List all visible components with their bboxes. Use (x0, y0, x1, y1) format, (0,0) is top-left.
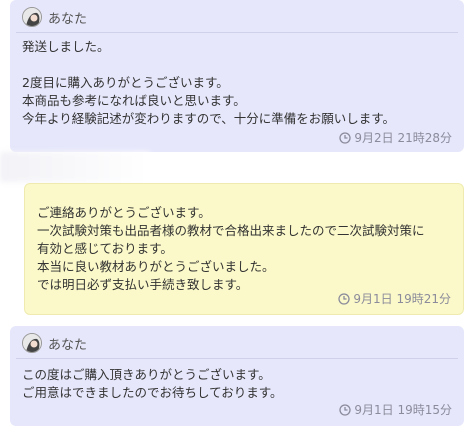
clock-icon (338, 292, 351, 305)
clock-icon (339, 403, 352, 416)
timestamp-text: 9月1日 19時15分 (354, 403, 452, 417)
clock-icon (339, 131, 352, 144)
message-header: あなた (22, 333, 87, 353)
avatar[interactable] (22, 7, 42, 27)
message-text: 発送しました。 2度目に購入ありがとうございます。 本商品も参考になれば良いと思… (22, 39, 396, 126)
message-timestamp: 9月1日 19時21分 (338, 290, 451, 307)
timestamp-text: 9月1日 19時21分 (353, 292, 451, 306)
sender-name[interactable]: あなた (48, 334, 87, 353)
sender-name[interactable]: あなた (48, 8, 87, 27)
message-header: あなた (22, 7, 87, 27)
message-bubble-1: あなた 発送しました。 2度目に購入ありがとうございます。 本商品も参考になれば… (10, 0, 464, 152)
message-bubble-2: ご連絡ありがとうございます。 一次試験対策も出品者様の教材で合格出来ましたので二… (24, 183, 464, 315)
message-text: この度はご購入頂きありがとうございます。 ご用意はできましたのでお待ちしておりま… (22, 367, 283, 400)
timestamp-text: 9月2日 21時28分 (354, 131, 452, 145)
message-text: ご連絡ありがとうございます。 一次試験対策も出品者様の教材で合格出来ましたので二… (37, 205, 425, 292)
avatar[interactable] (22, 333, 42, 353)
header-divider (16, 32, 458, 33)
message-timestamp: 9月2日 21時28分 (339, 129, 452, 146)
message-bubble-3: あなた この度はご購入頂きありがとうございます。 ご用意はできましたのでお待ちし… (10, 326, 464, 426)
blurred-region (0, 152, 150, 182)
message-timestamp: 9月1日 19時15分 (339, 401, 452, 418)
header-divider (16, 358, 458, 359)
